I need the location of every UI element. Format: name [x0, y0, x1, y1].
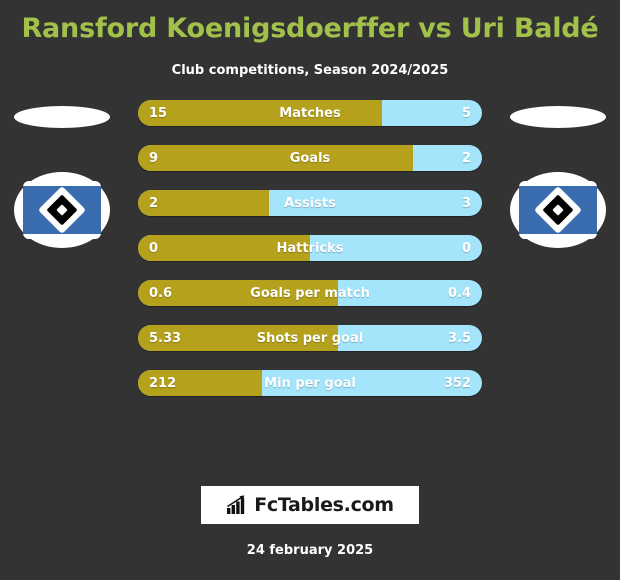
stat-value-home: 0.6 [149, 285, 173, 301]
crest-band-top [519, 181, 597, 186]
stat-bar-home [138, 235, 310, 261]
stat-value-away: 2 [461, 150, 471, 166]
crest-diamond-outer [533, 185, 583, 235]
stat-value-home: 9 [149, 150, 159, 166]
page-subtitle: Club competitions, Season 2024/2025 [171, 63, 449, 78]
stat-row: 0 Hattricks 0 [138, 235, 482, 261]
stat-value-away: 3.5 [447, 330, 471, 346]
stat-bar-home [138, 145, 414, 171]
fctables-logo[interactable]: FcTables.com [201, 486, 419, 524]
comparison-section: 15 Matches 5 9 Goals 2 2 Assists 3 0 Hattricks 0 0.6… [0, 100, 620, 410]
report-date: 24 february 2025 [246, 543, 374, 558]
crest-shield [23, 181, 101, 239]
crest-band-bottom [519, 234, 597, 239]
stat-value-home: 15 [149, 105, 168, 121]
card-footer: FcTables.com 24 february 2025 [0, 486, 620, 580]
stat-value-home: 2 [149, 195, 159, 211]
crest-shield [519, 181, 597, 239]
away-nameplate [510, 106, 606, 128]
stat-value-away: 352 [443, 375, 471, 391]
stat-value-home: 0 [149, 240, 159, 256]
stat-value-away: 5 [461, 105, 471, 121]
crest-band-bottom [23, 234, 101, 239]
stat-bar-list: 15 Matches 5 9 Goals 2 2 Assists 3 0 Hattricks 0 0.6… [138, 100, 482, 396]
stat-row: 15 Matches 5 [138, 100, 482, 126]
crest-diamond-inner [552, 204, 564, 216]
stat-value-away: 0.4 [447, 285, 471, 301]
crest-diamond-inner [56, 204, 68, 216]
home-team-crest-icon[interactable] [14, 172, 110, 248]
stat-value-home: 212 [149, 375, 177, 391]
stat-row: 0.6 Goals per match 0.4 [138, 280, 482, 306]
stat-row: 2 Assists 3 [138, 190, 482, 216]
crest-diamond-middle [542, 194, 574, 226]
away-team-crest-icon[interactable] [510, 172, 606, 248]
crest-diamond-middle [46, 194, 78, 226]
player-comparison-card: Ransford Koenigsdoerffer vs Uri Baldé Cl… [0, 0, 620, 580]
fctables-logo-text: FcTables.com [254, 494, 394, 516]
page-title: Ransford Koenigsdoerffer vs Uri Baldé [21, 13, 599, 44]
crest-band-top [23, 181, 101, 186]
stat-value-away: 3 [461, 195, 471, 211]
stat-bar-home [138, 100, 383, 126]
bar-chart-growth-icon [227, 495, 245, 514]
stat-row: 9 Goals 2 [138, 145, 482, 171]
home-nameplate [14, 106, 110, 128]
crest-diamond-outer [37, 185, 87, 235]
stat-row: 5.33 Shots per goal 3.5 [138, 325, 482, 351]
stat-value-away: 0 [461, 240, 471, 256]
stat-value-home: 5.33 [149, 330, 182, 346]
stat-row: 212 Min per goal 352 [138, 370, 482, 396]
